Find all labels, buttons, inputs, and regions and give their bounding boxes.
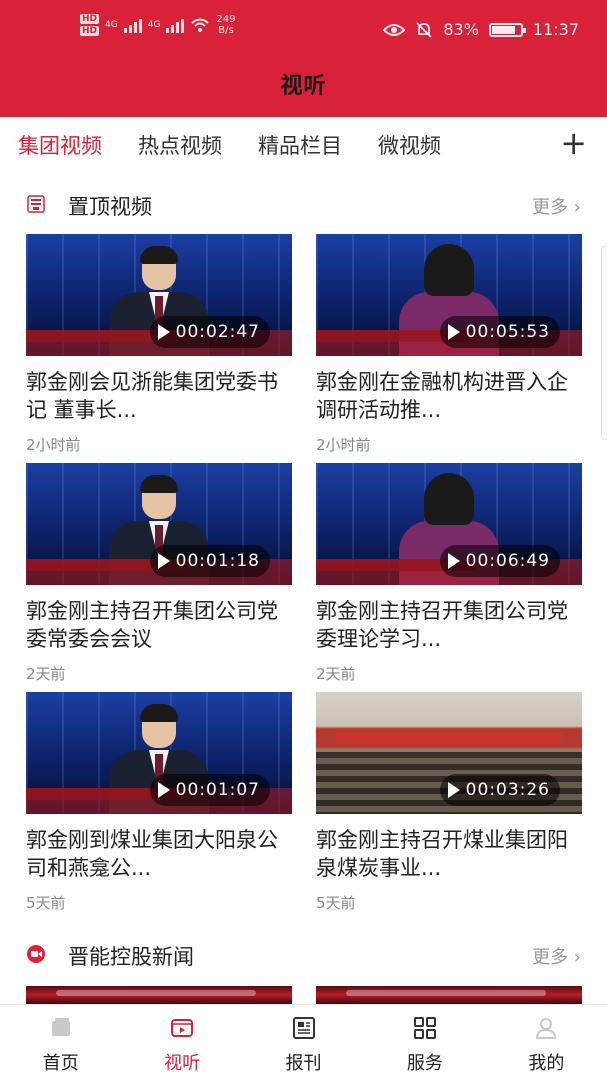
duration-text: 00:01:07	[175, 780, 260, 800]
play-icon	[157, 553, 170, 569]
signal-icon	[123, 17, 142, 33]
network-speed: 249 B/s	[216, 14, 235, 36]
nav-services[interactable]: 服务	[364, 1005, 485, 1080]
duration-text: 00:05:53	[465, 322, 550, 342]
grid-icon	[413, 1017, 436, 1039]
video-timestamp: 5天前	[26, 894, 66, 912]
network-indicators: HD HD 4G 4G 249 B/s	[80, 14, 236, 36]
nav-profile[interactable]: 我的	[486, 1005, 607, 1080]
video-icon	[171, 1019, 194, 1037]
video-card[interactable]: 00:01:07 郭金刚到煤业集团大阳泉公司和燕龛公... 5天前	[26, 692, 292, 913]
hd-badges: HD HD	[80, 14, 100, 36]
section-title: 晋能控股新闻	[68, 945, 194, 969]
more-link[interactable]: 更多 ›	[532, 943, 581, 969]
pinned-badge-icon	[27, 195, 45, 213]
duration-badge: 00:02:47	[149, 316, 270, 348]
nav-label: 我的	[528, 1053, 565, 1074]
video-thumbnail[interactable]: 00:05:53	[316, 234, 582, 356]
duration-badge: 00:05:53	[439, 316, 560, 348]
section-title: 置顶视频	[68, 195, 152, 219]
network-type-1: 4G	[105, 20, 118, 30]
category-tabs: 集团视频 热点视频 精品栏目 微视频 +	[0, 117, 607, 173]
duration-badge: 00:03:26	[439, 774, 560, 806]
meeting-banner	[336, 732, 562, 744]
video-thumbnail-peek[interactable]	[26, 986, 292, 1004]
play-icon	[157, 324, 170, 340]
video-thumbnail[interactable]: 00:02:47	[26, 234, 292, 356]
play-icon	[447, 324, 460, 340]
duration-badge: 00:01:07	[149, 774, 270, 806]
scroll-indicator[interactable]	[601, 246, 607, 440]
video-thumbnail[interactable]: 00:01:18	[26, 463, 292, 585]
tab-micro-video[interactable]: 微视频	[378, 130, 441, 160]
play-icon	[447, 553, 460, 569]
play-icon	[447, 782, 460, 798]
video-timestamp: 2天前	[316, 665, 356, 683]
home-icon	[51, 1018, 70, 1036]
video-thumbnail[interactable]: 00:06:49	[316, 463, 582, 585]
app-header: HD HD 4G 4G 249 B/s 83% 11:37 视听	[0, 0, 607, 117]
video-title[interactable]: 郭金刚主持召开集团公司党委常委会会议	[26, 597, 292, 653]
clock: 11:37	[532, 20, 579, 39]
hd-badge-2: HD	[80, 26, 100, 36]
bottom-navigation: 首页 视听 报刊 服务 我的	[0, 1004, 607, 1080]
newspaper-icon	[292, 1017, 315, 1039]
video-title[interactable]: 郭金刚到煤业集团大阳泉公司和燕龛公...	[26, 826, 292, 882]
nav-home[interactable]: 首页	[0, 1005, 121, 1080]
video-title[interactable]: 郭金刚主持召开煤业集团阳泉煤炭事业...	[316, 826, 582, 882]
video-timestamp: 2天前	[26, 665, 66, 683]
tab-featured-columns[interactable]: 精品栏目	[258, 130, 342, 160]
duration-badge: 00:01:18	[149, 545, 270, 577]
eye-icon	[383, 23, 406, 36]
duration-text: 00:06:49	[465, 551, 550, 571]
video-timestamp: 5天前	[316, 894, 356, 912]
add-tab-button[interactable]: +	[560, 127, 587, 159]
status-bar: HD HD 4G 4G 249 B/s 83% 11:37	[0, 0, 607, 60]
video-title[interactable]: 郭金刚在金融机构进晋入企调研活动推...	[316, 368, 582, 424]
nav-newspaper[interactable]: 报刊	[243, 1005, 364, 1080]
duration-text: 00:02:47	[175, 322, 260, 342]
video-thumbnail-peek[interactable]	[316, 986, 582, 1004]
wifi-icon	[191, 18, 210, 32]
speed-unit: B/s	[218, 25, 234, 36]
section-header-news: 晋能控股新闻 更多 ›	[0, 930, 607, 978]
video-card[interactable]: 00:03:26 郭金刚主持召开煤业集团阳泉煤炭事业... 5天前	[316, 692, 582, 913]
duration-text: 00:03:26	[465, 780, 550, 800]
video-card[interactable]: 00:01:18 郭金刚主持召开集团公司党委常委会会议 2天前	[26, 463, 292, 684]
tab-hot-video[interactable]: 热点视频	[138, 130, 222, 160]
nav-video[interactable]: 视听	[121, 1005, 242, 1080]
video-timestamp: 2小时前	[316, 436, 371, 454]
battery-percent: 83%	[443, 20, 479, 39]
video-card[interactable]: 00:06:49 郭金刚主持召开集团公司党委理论学习... 2天前	[316, 463, 582, 684]
video-card[interactable]: 00:05:53 郭金刚在金融机构进晋入企调研活动推... 2小时前	[316, 234, 582, 455]
video-thumbnail[interactable]: 00:03:26	[316, 692, 582, 814]
nav-label: 视听	[164, 1053, 201, 1074]
nav-label: 首页	[42, 1053, 79, 1074]
duration-badge: 00:06:49	[439, 545, 560, 577]
battery-fill	[491, 25, 516, 34]
speed-value: 249	[216, 14, 236, 25]
profile-icon	[536, 1018, 557, 1039]
video-timestamp: 2小时前	[26, 436, 81, 454]
hd-badge-1: HD	[80, 14, 100, 24]
video-thumbnail[interactable]: 00:01:07	[26, 692, 292, 814]
video-title[interactable]: 郭金刚主持召开集团公司党委理论学习...	[316, 597, 582, 653]
section-header-pinned: 置顶视频 更多 ›	[0, 180, 607, 228]
mute-bell-icon	[416, 21, 432, 38]
tab-group-video[interactable]: 集团视频	[18, 130, 102, 160]
nav-label: 报刊	[285, 1053, 322, 1074]
more-link[interactable]: 更多 ›	[532, 193, 581, 219]
page-title: 视听	[280, 74, 327, 99]
duration-text: 00:01:18	[175, 551, 260, 571]
nav-label: 服务	[406, 1053, 443, 1074]
network-type-2: 4G	[147, 20, 161, 30]
signal-icon-2	[166, 17, 185, 33]
play-icon	[157, 782, 170, 798]
battery-icon	[488, 22, 526, 37]
video-camera-icon	[27, 945, 45, 963]
video-title[interactable]: 郭金刚会见浙能集团党委书记 董事长...	[26, 368, 292, 424]
video-card[interactable]: 00:02:47 郭金刚会见浙能集团党委书记 董事长... 2小时前	[26, 234, 292, 455]
system-indicators: 83% 11:37	[383, 20, 579, 39]
